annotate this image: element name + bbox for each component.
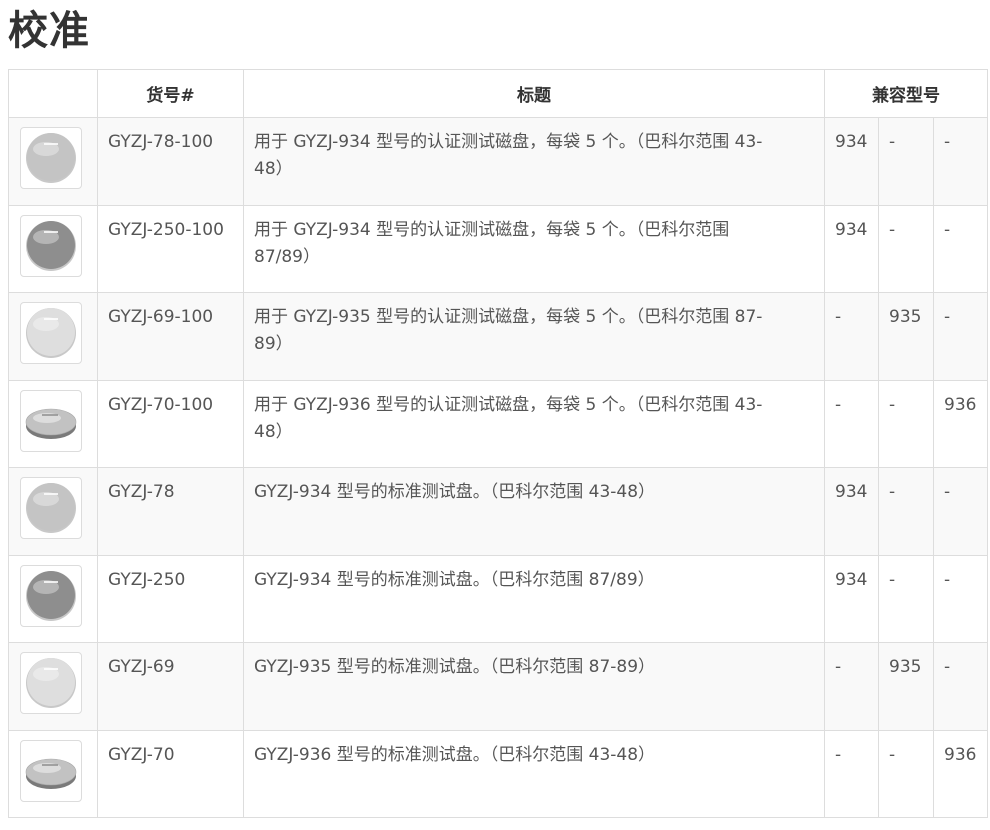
compatible-model-cell: 935	[878, 292, 934, 381]
product-thumbnail[interactable]	[20, 214, 82, 277]
product-image-cell	[8, 379, 98, 468]
part-number-cell: GYZJ-250-100	[97, 204, 244, 293]
table-body: GYZJ-78-100 用于 GYZJ-934 型号的认证测试磁盘，每袋 5 个。…	[8, 117, 988, 818]
compatible-model-cell: -	[878, 554, 934, 643]
disk-icon	[26, 308, 76, 358]
disk-icon	[26, 133, 76, 183]
compatible-model-cell: -	[878, 467, 934, 556]
table-row: GYZJ-78-100 用于 GYZJ-934 型号的认证测试磁盘，每袋 5 个。…	[8, 117, 988, 206]
product-image-cell	[8, 467, 98, 556]
product-image-cell	[8, 117, 98, 206]
page-title: 校准	[8, 8, 90, 54]
part-number-cell: GYZJ-70	[97, 729, 244, 818]
compatible-model-cell: -	[933, 117, 988, 206]
disk-icon	[26, 658, 76, 708]
compatible-model-cell: -	[824, 729, 879, 818]
part-number-cell: GYZJ-250	[97, 554, 244, 643]
part-number-cell: GYZJ-78	[97, 467, 244, 556]
compatible-model-cell: -	[933, 204, 988, 293]
title-cell: 用于 GYZJ-936 型号的认证测试磁盘，每袋 5 个。（巴科尔范围 43-4…	[243, 379, 825, 468]
title-cell: GYZJ-934 型号的标准测试盘。（巴科尔范围 87/89）	[243, 554, 825, 643]
header-title: 标题	[243, 69, 825, 118]
part-number-cell: GYZJ-78-100	[97, 117, 244, 206]
product-thumbnail[interactable]	[20, 477, 82, 539]
compatible-model-cell: 934	[824, 554, 879, 643]
compatible-model-cell: -	[878, 204, 934, 293]
header-part-no: 货号#	[97, 69, 244, 118]
product-thumbnail[interactable]	[20, 127, 82, 189]
product-image-cell	[8, 292, 98, 381]
title-cell: GYZJ-934 型号的标准测试盘。（巴科尔范围 43-48）	[243, 467, 825, 556]
product-thumbnail[interactable]	[20, 302, 82, 364]
part-number-cell: GYZJ-69	[97, 642, 244, 731]
title-cell: 用于 GYZJ-935 型号的认证测试磁盘，每袋 5 个。（巴科尔范围 87-8…	[243, 292, 825, 381]
header-image	[8, 69, 98, 118]
title-cell: GYZJ-935 型号的标准测试盘。（巴科尔范围 87-89）	[243, 642, 825, 731]
product-thumbnail[interactable]	[20, 739, 82, 802]
disk-icon	[26, 570, 76, 621]
compatible-model-cell: 936	[933, 379, 988, 468]
table-row: GYZJ-69-100 用于 GYZJ-935 型号的认证测试磁盘，每袋 5 个。…	[8, 292, 988, 381]
product-image-cell	[8, 554, 98, 643]
table-row: GYZJ-70-100 用于 GYZJ-936 型号的认证测试磁盘，每袋 5 个。…	[8, 379, 988, 468]
compatible-model-cell: -	[878, 117, 934, 206]
part-number-cell: GYZJ-70-100	[97, 379, 244, 468]
calibration-table: 货号# 标题 兼容型号 GYZJ-78-100 用于 GYZJ-934 型号的认证…	[8, 69, 988, 818]
title-cell: 用于 GYZJ-934 型号的认证测试磁盘，每袋 5 个。（巴科尔范围 43-4…	[243, 117, 825, 206]
disk-icon	[25, 758, 77, 789]
compatible-model-cell: -	[878, 729, 934, 818]
table-row: GYZJ-250 GYZJ-934 型号的标准测试盘。（巴科尔范围 87/89） 9…	[8, 554, 988, 643]
compatible-model-cell: -	[933, 292, 988, 381]
product-thumbnail[interactable]	[20, 652, 82, 714]
compatible-model-cell: 934	[824, 467, 879, 556]
table-header-row: 货号# 标题 兼容型号	[8, 69, 988, 118]
compatible-model-cell: -	[824, 379, 879, 468]
header-compatible-models: 兼容型号	[824, 69, 988, 118]
title-cell: 用于 GYZJ-934 型号的认证测试磁盘，每袋 5 个。（巴科尔范围 87/8…	[243, 204, 825, 293]
disk-icon	[26, 220, 76, 271]
table-row: GYZJ-250-100 用于 GYZJ-934 型号的认证测试磁盘，每袋 5 个…	[8, 204, 988, 293]
product-image-cell	[8, 729, 98, 818]
compatible-model-cell: -	[933, 554, 988, 643]
disk-icon	[26, 483, 76, 533]
compatible-model-cell: -	[824, 292, 879, 381]
title-cell: GYZJ-936 型号的标准测试盘。（巴科尔范围 43-48）	[243, 729, 825, 818]
compatible-model-cell: -	[933, 467, 988, 556]
part-number-cell: GYZJ-69-100	[97, 292, 244, 381]
table-row: GYZJ-69 GYZJ-935 型号的标准测试盘。（巴科尔范围 87-89） -9…	[8, 642, 988, 731]
compatible-model-cell: 934	[824, 204, 879, 293]
compatible-model-cell: -	[878, 379, 934, 468]
product-image-cell	[8, 204, 98, 293]
table-row: GYZJ-70 GYZJ-936 型号的标准测试盘。（巴科尔范围 43-48） - -…	[8, 729, 988, 818]
compatible-model-cell: 936	[933, 729, 988, 818]
compatible-model-cell: 935	[878, 642, 934, 731]
compatible-model-cell: -	[933, 642, 988, 731]
disk-icon	[25, 408, 77, 439]
compatible-model-cell: 934	[824, 117, 879, 206]
table-row: GYZJ-78 GYZJ-934 型号的标准测试盘。（巴科尔范围 43-48） 93…	[8, 467, 988, 556]
product-image-cell	[8, 642, 98, 731]
product-thumbnail[interactable]	[20, 389, 82, 452]
product-thumbnail[interactable]	[20, 564, 82, 627]
compatible-model-cell: -	[824, 642, 879, 731]
